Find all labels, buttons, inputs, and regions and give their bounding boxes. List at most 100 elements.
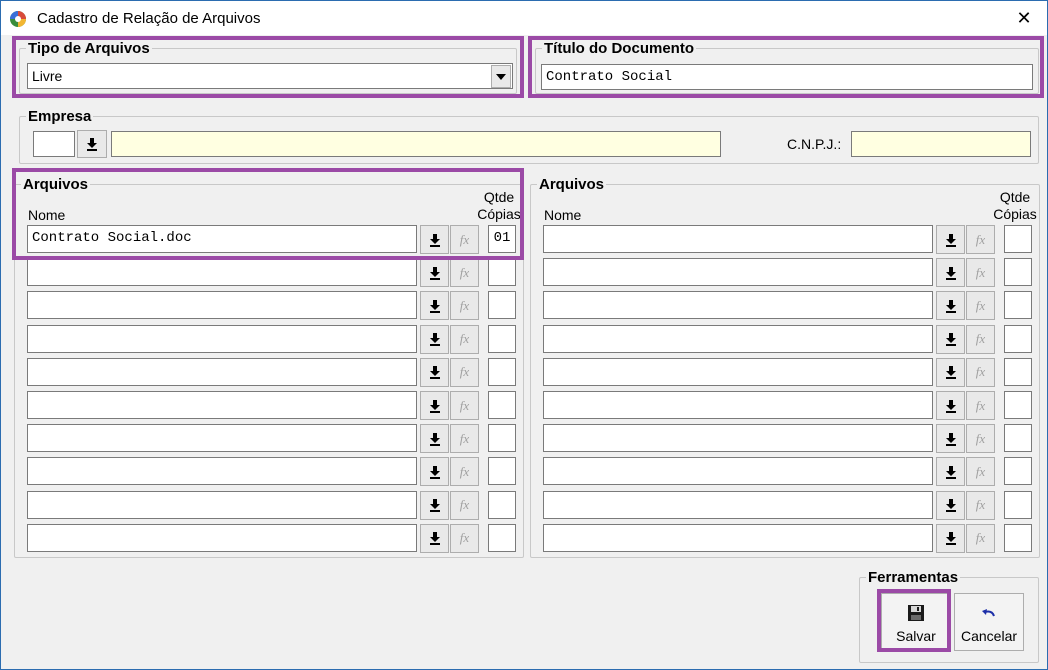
- fx-button[interactable]: fx: [450, 391, 479, 420]
- fx-button[interactable]: fx: [966, 490, 995, 520]
- nome-input[interactable]: [27, 457, 417, 486]
- fx-button[interactable]: fx: [966, 324, 995, 354]
- nome-input[interactable]: [543, 291, 933, 320]
- copias-label-left: Cópias: [477, 206, 521, 222]
- download-button[interactable]: [420, 357, 449, 387]
- download-arrow-icon: [945, 365, 957, 380]
- qtde-copias-input[interactable]: [488, 391, 516, 419]
- fx-icon: fx: [975, 497, 986, 513]
- qtde-copias-input[interactable]: [488, 424, 516, 453]
- qtde-copias-input[interactable]: [1004, 391, 1032, 419]
- download-button[interactable]: [420, 258, 449, 288]
- download-arrow-icon: [429, 299, 441, 313]
- titulo-documento-input[interactable]: Contrato Social: [541, 64, 1033, 90]
- dialog-window: Cadastro de Relação de Arquivos ✕ Tipo d…: [0, 0, 1048, 670]
- salvar-label: Salvar: [896, 628, 936, 644]
- empresa-code-input[interactable]: [33, 131, 75, 157]
- qtde-copias-input[interactable]: [1004, 523, 1032, 552]
- tipo-arquivos-select[interactable]: Livre: [27, 63, 513, 89]
- dropdown-button[interactable]: [491, 65, 511, 88]
- fx-button[interactable]: fx: [966, 258, 995, 288]
- qtde-copias-input[interactable]: [1004, 357, 1032, 386]
- qtde-copias-input[interactable]: [488, 258, 516, 287]
- fx-button[interactable]: fx: [966, 424, 995, 454]
- fx-button[interactable]: fx: [966, 357, 995, 387]
- qtde-copias-input[interactable]: [1004, 457, 1032, 486]
- download-arrow-icon: [945, 432, 957, 446]
- fx-icon: fx: [975, 331, 986, 347]
- fx-button[interactable]: fx: [450, 523, 479, 553]
- nome-input[interactable]: [543, 258, 933, 287]
- fx-icon: fx: [975, 430, 986, 446]
- download-button[interactable]: [936, 225, 965, 254]
- nome-input[interactable]: [27, 391, 417, 419]
- empresa-lookup-button[interactable]: [77, 130, 107, 158]
- qtde-copias-input[interactable]: [488, 291, 516, 320]
- nome-input[interactable]: [543, 324, 933, 353]
- qtde-copias-input[interactable]: [1004, 324, 1032, 353]
- download-button[interactable]: [936, 490, 965, 520]
- nome-input[interactable]: Contrato Social.doc: [27, 225, 417, 253]
- nome-input[interactable]: [27, 357, 417, 386]
- qtde-copias-input[interactable]: [1004, 291, 1032, 320]
- nome-input[interactable]: [27, 424, 417, 453]
- cancelar-label: Cancelar: [960, 628, 1018, 644]
- fx-button[interactable]: fx: [966, 523, 995, 553]
- nome-input[interactable]: [543, 490, 933, 519]
- download-button[interactable]: [420, 225, 449, 254]
- fx-button[interactable]: fx: [450, 357, 479, 387]
- qtde-copias-input[interactable]: [488, 457, 516, 486]
- qtde-copias-input[interactable]: [488, 324, 516, 353]
- download-button[interactable]: [420, 490, 449, 520]
- download-button[interactable]: [936, 457, 965, 487]
- fx-button[interactable]: fx: [450, 258, 479, 288]
- fx-button[interactable]: fx: [450, 457, 479, 487]
- download-button[interactable]: [936, 523, 965, 553]
- qtde-copias-input[interactable]: [1004, 225, 1032, 253]
- qtde-copias-input[interactable]: [1004, 258, 1032, 287]
- fx-button[interactable]: fx: [966, 225, 995, 254]
- download-button[interactable]: [420, 324, 449, 354]
- fx-button[interactable]: fx: [450, 424, 479, 454]
- qtde-copias-input[interactable]: [488, 490, 516, 519]
- qtde-copias-input[interactable]: [1004, 490, 1032, 519]
- nome-input[interactable]: [543, 357, 933, 386]
- nome-input[interactable]: [27, 523, 417, 552]
- download-button[interactable]: [420, 523, 449, 553]
- download-button[interactable]: [936, 391, 965, 420]
- nome-input[interactable]: [543, 225, 933, 253]
- qtde-copias-input[interactable]: 01: [488, 225, 516, 253]
- fx-button[interactable]: fx: [966, 391, 995, 420]
- qtde-copias-input[interactable]: [1004, 424, 1032, 453]
- download-button[interactable]: [936, 357, 965, 387]
- download-button[interactable]: [420, 291, 449, 321]
- fx-button[interactable]: fx: [450, 490, 479, 520]
- nome-input[interactable]: [27, 490, 417, 519]
- salvar-button[interactable]: Salvar: [881, 593, 951, 651]
- nome-input[interactable]: [543, 424, 933, 453]
- tipo-arquivos-legend: Tipo de Arquivos: [28, 40, 150, 57]
- download-button[interactable]: [936, 324, 965, 354]
- nome-input[interactable]: [27, 324, 417, 353]
- fx-button[interactable]: fx: [450, 225, 479, 254]
- nome-input[interactable]: [543, 523, 933, 552]
- download-button[interactable]: [420, 391, 449, 420]
- qtde-copias-input[interactable]: [488, 523, 516, 552]
- download-button[interactable]: [420, 457, 449, 487]
- fx-button[interactable]: fx: [966, 457, 995, 487]
- nome-input[interactable]: [543, 457, 933, 486]
- close-button[interactable]: ✕: [1001, 1, 1047, 35]
- download-button[interactable]: [936, 424, 965, 454]
- nome-input[interactable]: [543, 391, 933, 419]
- download-button[interactable]: [936, 258, 965, 288]
- nome-input[interactable]: [27, 291, 417, 320]
- fx-button[interactable]: fx: [966, 291, 995, 321]
- qtde-copias-input[interactable]: [488, 357, 516, 386]
- download-button[interactable]: [420, 424, 449, 454]
- download-button[interactable]: [936, 291, 965, 321]
- nome-input[interactable]: [27, 258, 417, 287]
- download-arrow-icon: [945, 531, 957, 546]
- cancelar-button[interactable]: Cancelar: [954, 593, 1024, 651]
- fx-button[interactable]: fx: [450, 291, 479, 321]
- fx-button[interactable]: fx: [450, 324, 479, 354]
